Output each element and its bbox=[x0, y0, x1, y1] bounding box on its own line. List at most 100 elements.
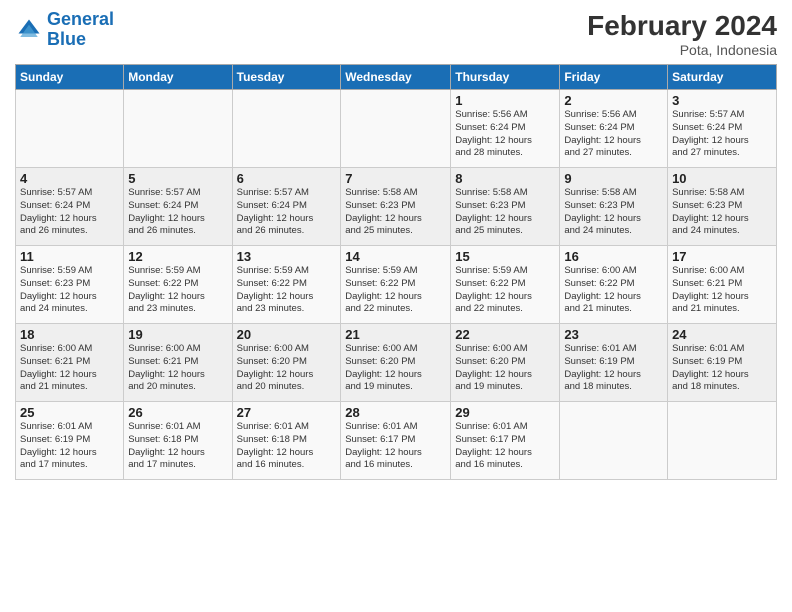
day-info: Sunrise: 5:59 AMSunset: 6:22 PMDaylight:… bbox=[128, 265, 227, 316]
calendar-cell: 24Sunrise: 6:01 AMSunset: 6:19 PMDayligh… bbox=[668, 324, 777, 402]
calendar-cell bbox=[341, 90, 451, 168]
calendar-table: SundayMondayTuesdayWednesdayThursdayFrid… bbox=[15, 64, 777, 480]
day-number: 28 bbox=[345, 405, 446, 420]
logo-text: General Blue bbox=[47, 10, 114, 50]
calendar-header: SundayMondayTuesdayWednesdayThursdayFrid… bbox=[16, 65, 777, 90]
calendar-cell bbox=[124, 90, 232, 168]
calendar-week-4: 18Sunrise: 6:00 AMSunset: 6:21 PMDayligh… bbox=[16, 324, 777, 402]
day-info: Sunrise: 6:00 AMSunset: 6:21 PMDaylight:… bbox=[128, 343, 227, 394]
calendar-cell bbox=[16, 90, 124, 168]
logo-icon bbox=[15, 16, 43, 44]
day-number: 16 bbox=[564, 249, 663, 264]
day-info: Sunrise: 5:57 AMSunset: 6:24 PMDaylight:… bbox=[672, 109, 772, 160]
calendar-cell: 23Sunrise: 6:01 AMSunset: 6:19 PMDayligh… bbox=[560, 324, 668, 402]
day-info: Sunrise: 6:01 AMSunset: 6:18 PMDaylight:… bbox=[237, 421, 337, 472]
day-number: 14 bbox=[345, 249, 446, 264]
day-number: 4 bbox=[20, 171, 119, 186]
calendar-week-2: 4Sunrise: 5:57 AMSunset: 6:24 PMDaylight… bbox=[16, 168, 777, 246]
day-number: 21 bbox=[345, 327, 446, 342]
day-number: 12 bbox=[128, 249, 227, 264]
day-info: Sunrise: 6:01 AMSunset: 6:17 PMDaylight:… bbox=[345, 421, 446, 472]
day-info: Sunrise: 6:00 AMSunset: 6:22 PMDaylight:… bbox=[564, 265, 663, 316]
day-number: 17 bbox=[672, 249, 772, 264]
calendar-cell: 5Sunrise: 5:57 AMSunset: 6:24 PMDaylight… bbox=[124, 168, 232, 246]
day-number: 18 bbox=[20, 327, 119, 342]
calendar-cell: 16Sunrise: 6:00 AMSunset: 6:22 PMDayligh… bbox=[560, 246, 668, 324]
calendar-cell: 28Sunrise: 6:01 AMSunset: 6:17 PMDayligh… bbox=[341, 402, 451, 480]
logo-line2: Blue bbox=[47, 29, 86, 49]
calendar-cell: 19Sunrise: 6:00 AMSunset: 6:21 PMDayligh… bbox=[124, 324, 232, 402]
day-number: 19 bbox=[128, 327, 227, 342]
day-info: Sunrise: 5:56 AMSunset: 6:24 PMDaylight:… bbox=[564, 109, 663, 160]
day-number: 26 bbox=[128, 405, 227, 420]
day-number: 6 bbox=[237, 171, 337, 186]
day-info: Sunrise: 5:59 AMSunset: 6:22 PMDaylight:… bbox=[237, 265, 337, 316]
day-number: 7 bbox=[345, 171, 446, 186]
header: General Blue February 2024 Pota, Indones… bbox=[15, 10, 777, 58]
day-number: 27 bbox=[237, 405, 337, 420]
day-number: 25 bbox=[20, 405, 119, 420]
calendar-cell: 26Sunrise: 6:01 AMSunset: 6:18 PMDayligh… bbox=[124, 402, 232, 480]
calendar-week-5: 25Sunrise: 6:01 AMSunset: 6:19 PMDayligh… bbox=[16, 402, 777, 480]
day-number: 13 bbox=[237, 249, 337, 264]
day-info: Sunrise: 5:58 AMSunset: 6:23 PMDaylight:… bbox=[564, 187, 663, 238]
day-info: Sunrise: 5:56 AMSunset: 6:24 PMDaylight:… bbox=[455, 109, 555, 160]
calendar-cell: 8Sunrise: 5:58 AMSunset: 6:23 PMDaylight… bbox=[451, 168, 560, 246]
calendar-cell: 3Sunrise: 5:57 AMSunset: 6:24 PMDaylight… bbox=[668, 90, 777, 168]
calendar-cell: 27Sunrise: 6:01 AMSunset: 6:18 PMDayligh… bbox=[232, 402, 341, 480]
calendar-cell: 7Sunrise: 5:58 AMSunset: 6:23 PMDaylight… bbox=[341, 168, 451, 246]
header-row: SundayMondayTuesdayWednesdayThursdayFrid… bbox=[16, 65, 777, 90]
day-info: Sunrise: 5:57 AMSunset: 6:24 PMDaylight:… bbox=[128, 187, 227, 238]
calendar-cell bbox=[668, 402, 777, 480]
day-number: 15 bbox=[455, 249, 555, 264]
day-number: 1 bbox=[455, 93, 555, 108]
day-info: Sunrise: 5:57 AMSunset: 6:24 PMDaylight:… bbox=[20, 187, 119, 238]
calendar-cell: 22Sunrise: 6:00 AMSunset: 6:20 PMDayligh… bbox=[451, 324, 560, 402]
day-info: Sunrise: 6:00 AMSunset: 6:20 PMDaylight:… bbox=[455, 343, 555, 394]
calendar-cell: 21Sunrise: 6:00 AMSunset: 6:20 PMDayligh… bbox=[341, 324, 451, 402]
main-title: February 2024 bbox=[587, 10, 777, 42]
calendar-cell: 4Sunrise: 5:57 AMSunset: 6:24 PMDaylight… bbox=[16, 168, 124, 246]
day-number: 9 bbox=[564, 171, 663, 186]
day-info: Sunrise: 6:01 AMSunset: 6:19 PMDaylight:… bbox=[672, 343, 772, 394]
day-number: 3 bbox=[672, 93, 772, 108]
day-number: 10 bbox=[672, 171, 772, 186]
header-cell-monday: Monday bbox=[124, 65, 232, 90]
header-cell-sunday: Sunday bbox=[16, 65, 124, 90]
calendar-cell: 29Sunrise: 6:01 AMSunset: 6:17 PMDayligh… bbox=[451, 402, 560, 480]
day-info: Sunrise: 6:00 AMSunset: 6:21 PMDaylight:… bbox=[20, 343, 119, 394]
header-cell-friday: Friday bbox=[560, 65, 668, 90]
calendar-cell bbox=[232, 90, 341, 168]
calendar-cell: 12Sunrise: 5:59 AMSunset: 6:22 PMDayligh… bbox=[124, 246, 232, 324]
calendar-cell: 14Sunrise: 5:59 AMSunset: 6:22 PMDayligh… bbox=[341, 246, 451, 324]
page: General Blue February 2024 Pota, Indones… bbox=[0, 0, 792, 612]
calendar-cell: 6Sunrise: 5:57 AMSunset: 6:24 PMDaylight… bbox=[232, 168, 341, 246]
logo: General Blue bbox=[15, 10, 114, 50]
day-info: Sunrise: 6:01 AMSunset: 6:19 PMDaylight:… bbox=[564, 343, 663, 394]
day-number: 22 bbox=[455, 327, 555, 342]
subtitle: Pota, Indonesia bbox=[587, 42, 777, 58]
title-block: February 2024 Pota, Indonesia bbox=[587, 10, 777, 58]
day-info: Sunrise: 6:01 AMSunset: 6:18 PMDaylight:… bbox=[128, 421, 227, 472]
day-number: 8 bbox=[455, 171, 555, 186]
header-cell-saturday: Saturday bbox=[668, 65, 777, 90]
calendar-cell: 15Sunrise: 5:59 AMSunset: 6:22 PMDayligh… bbox=[451, 246, 560, 324]
calendar-cell: 9Sunrise: 5:58 AMSunset: 6:23 PMDaylight… bbox=[560, 168, 668, 246]
header-cell-thursday: Thursday bbox=[451, 65, 560, 90]
calendar-body: 1Sunrise: 5:56 AMSunset: 6:24 PMDaylight… bbox=[16, 90, 777, 480]
day-number: 5 bbox=[128, 171, 227, 186]
header-cell-tuesday: Tuesday bbox=[232, 65, 341, 90]
day-number: 2 bbox=[564, 93, 663, 108]
calendar-cell: 13Sunrise: 5:59 AMSunset: 6:22 PMDayligh… bbox=[232, 246, 341, 324]
calendar-cell: 11Sunrise: 5:59 AMSunset: 6:23 PMDayligh… bbox=[16, 246, 124, 324]
day-info: Sunrise: 6:00 AMSunset: 6:20 PMDaylight:… bbox=[345, 343, 446, 394]
calendar-cell: 20Sunrise: 6:00 AMSunset: 6:20 PMDayligh… bbox=[232, 324, 341, 402]
day-info: Sunrise: 6:00 AMSunset: 6:20 PMDaylight:… bbox=[237, 343, 337, 394]
day-number: 11 bbox=[20, 249, 119, 264]
logo-line1: General bbox=[47, 9, 114, 29]
calendar-cell bbox=[560, 402, 668, 480]
day-info: Sunrise: 5:59 AMSunset: 6:22 PMDaylight:… bbox=[455, 265, 555, 316]
day-info: Sunrise: 6:01 AMSunset: 6:17 PMDaylight:… bbox=[455, 421, 555, 472]
day-number: 23 bbox=[564, 327, 663, 342]
day-info: Sunrise: 5:58 AMSunset: 6:23 PMDaylight:… bbox=[455, 187, 555, 238]
